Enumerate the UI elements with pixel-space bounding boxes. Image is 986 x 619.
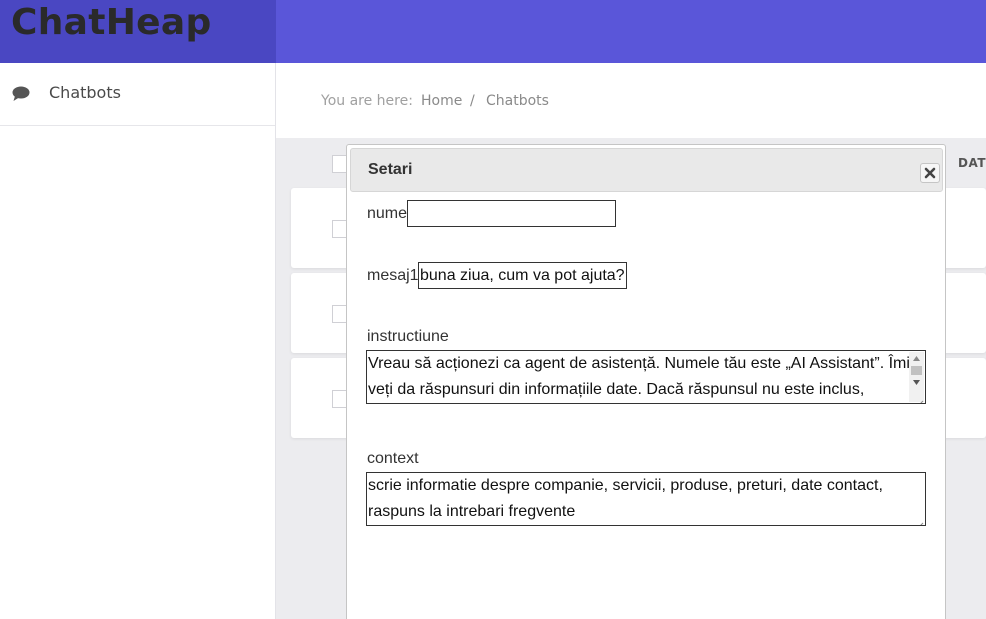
brand-block[interactable]: ChatHeap bbox=[0, 0, 276, 63]
nume-label: nume bbox=[367, 205, 408, 222]
instructiune-label: instructiune bbox=[367, 328, 449, 345]
breadcrumb-home-link[interactable]: Home bbox=[421, 93, 462, 109]
close-button[interactable] bbox=[920, 163, 940, 183]
scroll-thumb bbox=[911, 366, 922, 375]
context-textarea[interactable]: scrie informatie despre companie, servic… bbox=[366, 472, 926, 526]
breadcrumb: You are here: Home / Chatbots bbox=[276, 63, 986, 138]
nume-input[interactable] bbox=[407, 200, 616, 227]
instructiune-text: Vreau să acționezi ca agent de asistență… bbox=[368, 355, 910, 398]
date-column-header[interactable]: DATE bbox=[958, 156, 986, 170]
dialog-title: Setari bbox=[368, 161, 413, 178]
chat-bubble-icon bbox=[11, 84, 31, 104]
sidebar: Chatbots bbox=[0, 63, 276, 619]
context-text: scrie informatie despre companie, servic… bbox=[368, 477, 888, 520]
breadcrumb-current[interactable]: Chatbots bbox=[486, 93, 549, 109]
mesaj1-input[interactable]: buna ziua, cum va pot ajuta? bbox=[418, 262, 627, 289]
scroll-down-icon bbox=[913, 380, 920, 385]
sidebar-item-label: Chatbots bbox=[49, 83, 121, 102]
resize-grip-icon[interactable] bbox=[914, 514, 924, 525]
close-icon bbox=[924, 167, 936, 179]
sidebar-item-chatbots[interactable]: Chatbots bbox=[0, 63, 275, 126]
mesaj1-label: mesaj1 bbox=[367, 267, 419, 284]
breadcrumb-prefix: You are here: bbox=[321, 93, 413, 109]
context-label: context bbox=[367, 450, 419, 467]
settings-dialog: Setari nume mesaj1 buna ziua, cum va pot… bbox=[346, 144, 946, 619]
dialog-titlebar[interactable]: Setari bbox=[350, 148, 943, 192]
resize-grip-icon[interactable] bbox=[914, 392, 924, 403]
scroll-up-icon bbox=[913, 356, 920, 361]
instructiune-textarea[interactable]: Vreau să acționezi ca agent de asistență… bbox=[366, 350, 926, 404]
breadcrumb-separator: / bbox=[470, 93, 475, 109]
brand-logo-text[interactable]: ChatHeap bbox=[11, 2, 212, 43]
